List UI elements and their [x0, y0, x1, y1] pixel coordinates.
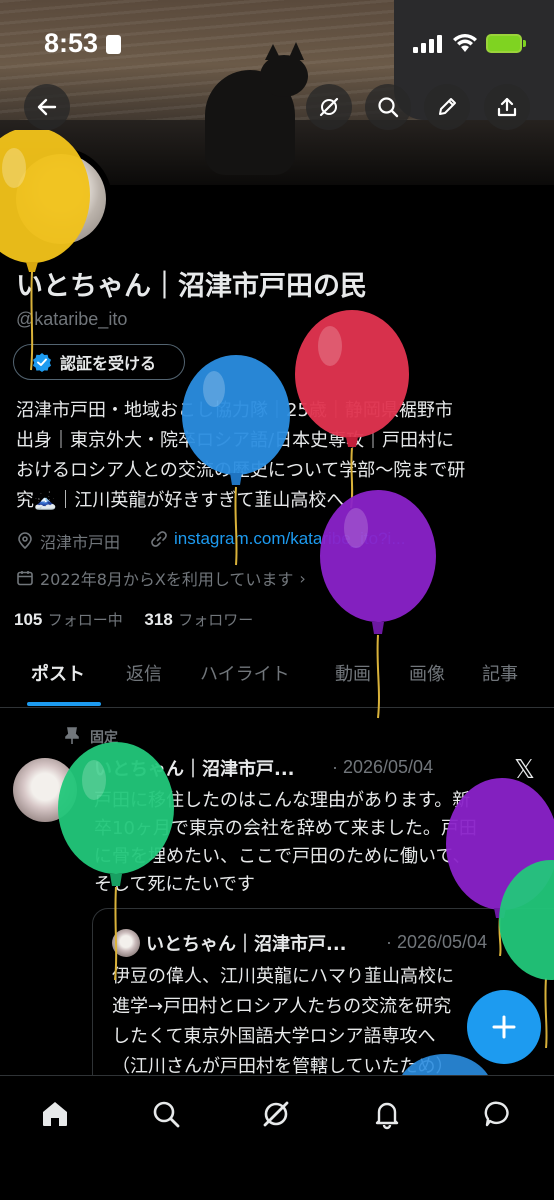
pencil-icon — [439, 98, 456, 115]
bell-icon — [375, 1102, 399, 1130]
balloon-blue — [182, 355, 290, 566]
followers-label: フォロワー — [178, 611, 254, 629]
messages-icon — [484, 1101, 509, 1127]
back-button[interactable] — [24, 84, 70, 130]
balloon-yellow — [0, 130, 90, 371]
tab-posts[interactable]: ポスト — [31, 660, 85, 686]
banner-cat-head — [260, 55, 308, 97]
share-button[interactable] — [484, 84, 530, 130]
tab-highlights[interactable]: ハイライト — [200, 660, 290, 686]
banner-cat-ear — [288, 42, 304, 60]
quote-text-line: 進学→戸田村とロシア人たちの交流を研究 — [112, 996, 452, 1017]
balloon-purple — [320, 490, 436, 719]
plus-icon — [492, 1015, 516, 1039]
home-icon — [43, 1102, 67, 1126]
followers-count: 318 — [144, 610, 173, 629]
tab-replies[interactable]: 返信 — [126, 660, 162, 686]
grok-icon — [263, 1101, 289, 1127]
search-icon — [378, 97, 399, 118]
calendar-icon — [17, 571, 33, 586]
wifi-icon — [453, 34, 477, 52]
following-stat[interactable]: 105 フォロー中 — [14, 610, 123, 630]
followers-stat[interactable]: 318 フォロワー — [144, 610, 253, 630]
edit-button[interactable] — [424, 84, 470, 130]
following-label: フォロー中 — [47, 611, 123, 629]
grok-icon — [319, 97, 339, 117]
joined-text: 2022年8月からXを利用しています — [40, 570, 294, 589]
id-card-icon — [106, 35, 121, 54]
compose-post-button[interactable] — [467, 990, 541, 1064]
balloon-green — [58, 742, 174, 981]
nav-home[interactable] — [35, 1094, 75, 1134]
profile-joined[interactable]: 2022年8月からXを利用しています › — [16, 566, 306, 590]
search-icon — [153, 1101, 180, 1128]
nav-grok[interactable] — [256, 1094, 296, 1134]
signal-icon — [413, 35, 442, 53]
balloon-red — [295, 310, 409, 509]
banner-boat — [394, 0, 554, 120]
nav-notifications[interactable] — [367, 1094, 407, 1134]
search-button[interactable] — [365, 84, 411, 130]
nav-search[interactable] — [146, 1094, 186, 1134]
profile-location: 沼津市戸田 — [16, 529, 120, 553]
active-tab-indicator — [27, 702, 101, 706]
following-count: 105 — [14, 610, 43, 629]
battery-icon — [486, 34, 522, 53]
status-time: 8:53 — [44, 28, 99, 58]
back-arrow-icon — [37, 98, 57, 116]
link-icon — [151, 531, 167, 547]
follow-stats: 105 フォロー中 318 フォロワー — [14, 609, 253, 630]
chevron-right-icon: › — [299, 568, 306, 588]
grok-button[interactable] — [306, 84, 352, 130]
tab-divider — [0, 707, 554, 708]
location-text: 沼津市戸田 — [40, 533, 121, 552]
nav-messages[interactable] — [478, 1094, 518, 1134]
tab-articles[interactable]: 記事 — [482, 660, 518, 686]
post-date[interactable]: · 2026/05/04 — [332, 757, 433, 778]
location-pin-icon — [18, 532, 32, 550]
share-icon — [497, 97, 517, 117]
battery-cap — [523, 40, 526, 47]
banner-cat-ear — [265, 44, 281, 60]
quote-text-line: したくて東京外国語大学ロシア語専攻へ — [112, 1026, 436, 1047]
